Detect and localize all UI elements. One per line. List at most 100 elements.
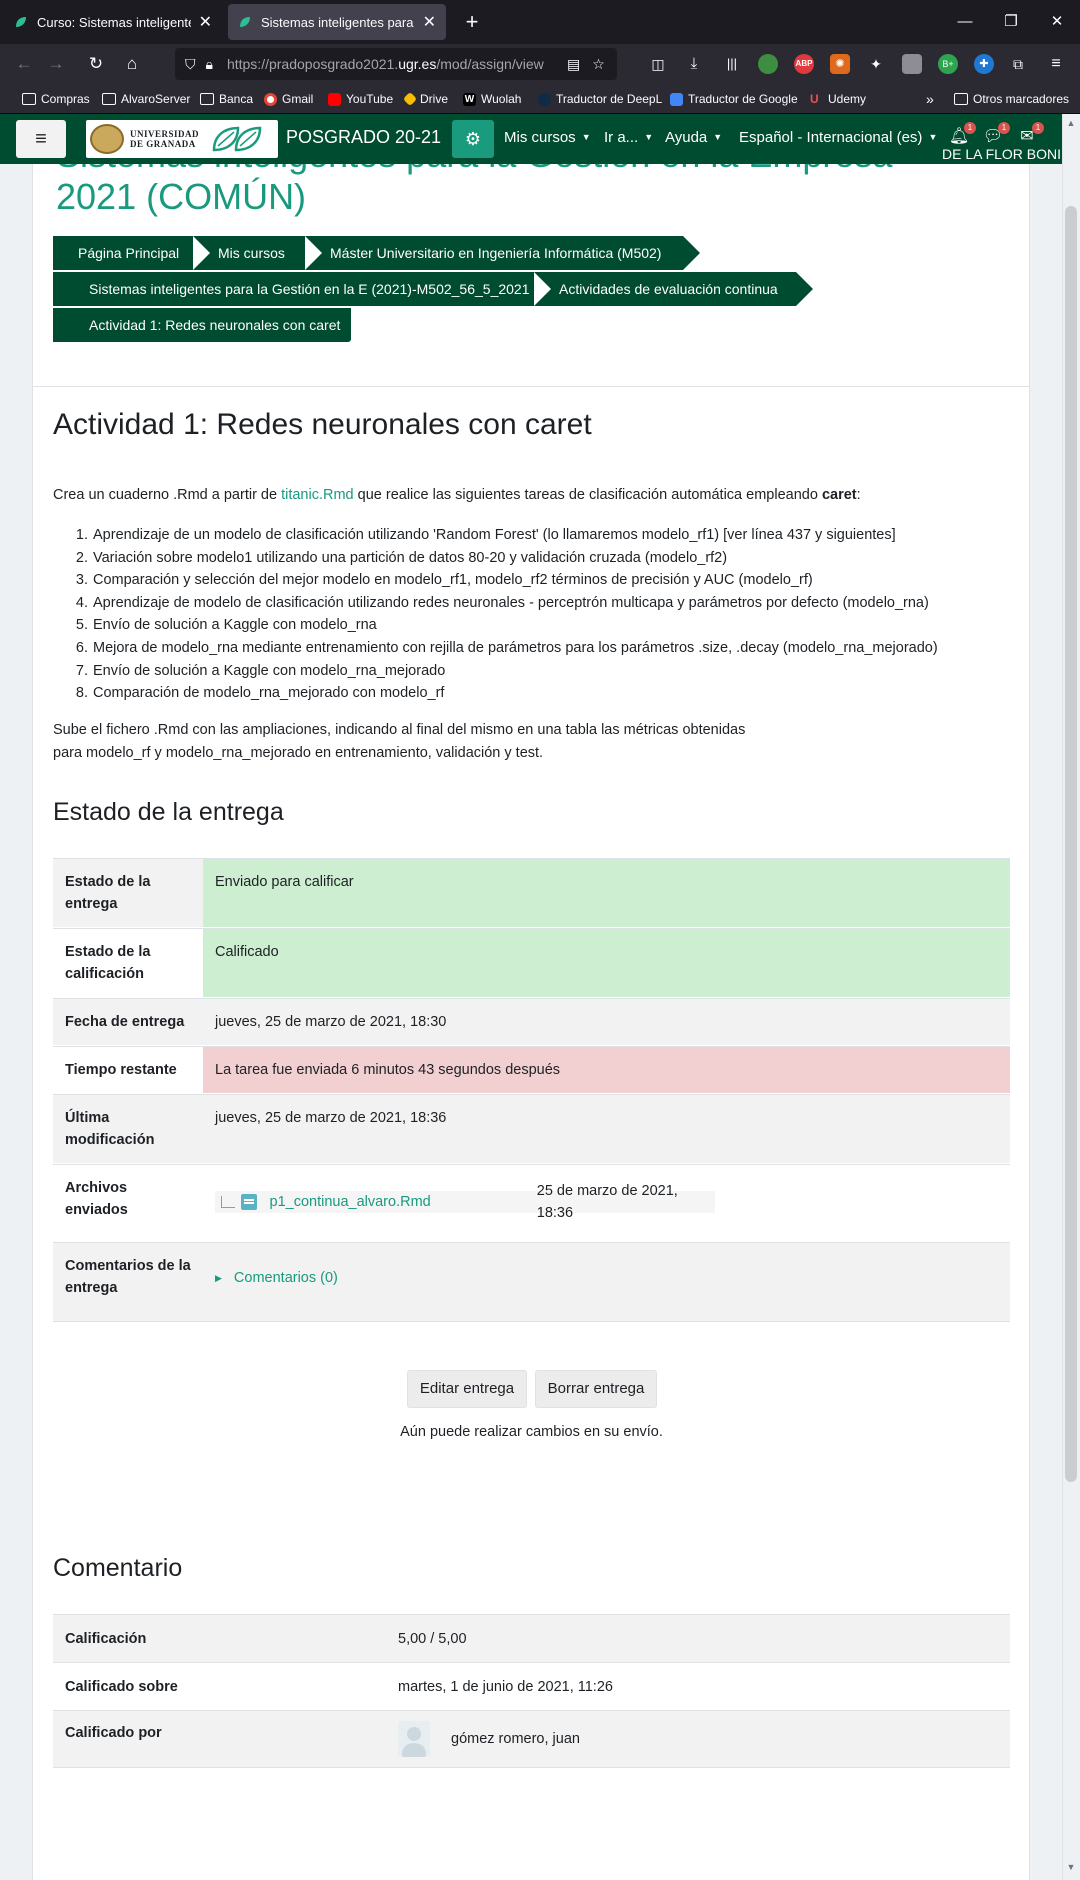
youtube-icon	[328, 92, 341, 106]
bookmark-wuolah[interactable]: W Wuolah	[463, 89, 521, 109]
breadcrumb-item-mis-cursos[interactable]: Mis cursos	[193, 236, 324, 270]
grader-name[interactable]: gómez romero, juan	[451, 1731, 580, 1747]
notifications-bell-icon[interactable]: 🔔︎ 1	[948, 122, 976, 148]
submission-comments-cell: ▶ Comentarios (0)	[203, 1243, 1010, 1321]
edit-submission-button[interactable]: Editar entrega	[407, 1370, 527, 1408]
list-item: 5. Envío de solución a Kaggle con modelo_…	[75, 617, 377, 634]
bookmark-other-folder[interactable]: Otros marcadores	[954, 89, 1069, 109]
table-row: Comentarios de la entrega ▶ Comentarios (…	[53, 1242, 1010, 1322]
browser-tab-strip: Curso: Sistemas inteligentes para ✕ Sist…	[0, 0, 1080, 44]
page-title: Actividad 1: Redes neuronales con caret	[53, 408, 592, 441]
can-change-note: Aún puede realizar cambios en su envío.	[400, 1424, 663, 1440]
home-icon[interactable]: ⌂	[118, 50, 146, 78]
bookmark-gmail[interactable]: Gmail	[264, 89, 313, 109]
downloads-icon[interactable]: ⤓	[684, 54, 704, 74]
mail-envelope-icon[interactable]: ✉ 1	[1016, 122, 1044, 148]
extension-grey-icon[interactable]	[902, 54, 922, 74]
bookmark-deepl[interactable]: Traductor de DeepL	[538, 89, 662, 109]
comments-toggle[interactable]: ▶ Comentarios (0)	[215, 1267, 998, 1289]
extension-orange-icon[interactable]: ✺	[830, 54, 850, 74]
pocket-icon[interactable]: ◫	[648, 54, 668, 74]
app-menu-icon[interactable]: ≡	[1046, 54, 1066, 74]
row-label: Estado de la calificación	[53, 929, 203, 997]
address-bar[interactable]: ⛉ 🔒︎ https://pradoposgrado2021.ugr.es/mo…	[175, 48, 617, 80]
udemy-icon: U	[810, 91, 819, 106]
breadcrumb-item-section[interactable]: Actividades de evaluación continua	[534, 272, 813, 306]
minimize-window-icon[interactable]: —	[942, 0, 988, 44]
folder-icon	[200, 93, 214, 105]
extension-dark-icon[interactable]: ✦	[866, 54, 886, 74]
list-item: 1. Aprendizaje de un modelo de clasificac…	[75, 527, 896, 543]
caret-down-icon: ▼	[581, 132, 591, 142]
scroll-down-arrow-icon[interactable]: ▼	[1064, 1862, 1078, 1876]
time-remaining-value: La tarea fue enviada 6 minutos 43 segund…	[203, 1047, 1010, 1093]
menu-language[interactable]: Español - Internacional (es) ▼	[739, 129, 937, 146]
reload-icon[interactable]: ↻	[82, 50, 110, 78]
extension-blue-icon[interactable]: ✚	[974, 54, 994, 74]
document-file-icon	[240, 1194, 257, 1210]
menu-ayuda[interactable]: Ayuda ▼	[665, 129, 722, 146]
breadcrumb-item-course[interactable]: Sistemas inteligentes para la Gestión en…	[53, 272, 553, 306]
university-logo[interactable]: UNIVERSIDAD DE GRANADA	[86, 120, 278, 158]
tracking-shield-icon[interactable]: ⛉	[185, 56, 196, 73]
extension-avatar-icon[interactable]	[758, 54, 778, 74]
list-item: 6. Mejora de modelo_rna mediante entrenam…	[75, 639, 938, 656]
site-name[interactable]: POSGRADO 20-21	[286, 127, 441, 148]
row-label: Comentarios de la entrega	[53, 1243, 203, 1321]
avatar[interactable]	[398, 1721, 430, 1757]
close-tab-icon[interactable]: ✕	[423, 12, 436, 32]
bookmark-google-translate[interactable]: Traductor de Google	[670, 89, 798, 109]
bookmark-drive[interactable]: Drive	[402, 89, 448, 109]
browser-toolbar: ← → ↻ ⌂ ⛉ 🔒︎ https://pradoposgrado2021.u…	[0, 44, 1080, 84]
list-item: 4. Aprendizaje de modelo de clasificación…	[75, 594, 929, 611]
back-arrow-icon[interactable]: ←	[10, 50, 38, 78]
user-menu[interactable]: DE LA FLOR BONIL	[942, 146, 1062, 162]
library-icon[interactable]: |||	[722, 54, 742, 74]
submitted-file-link[interactable]: p1_continua_alvaro.Rmd	[270, 1191, 537, 1213]
settings-gears-icon[interactable]: ⚙	[452, 120, 494, 158]
new-tab-button[interactable]: +	[458, 8, 486, 36]
feedback-heading: Comentario	[53, 1554, 183, 1582]
url-text[interactable]: https://pradoposgrado2021.ugr.es/mod/ass…	[227, 56, 557, 72]
menu-mis-cursos[interactable]: Mis cursos ▼	[504, 129, 591, 146]
moodle-leaf-icon	[240, 17, 250, 27]
list-item: 8. Comparación de modelo_rna_mejorado con…	[75, 685, 445, 702]
extensions-puzzle-icon[interactable]: ⧉	[1008, 54, 1028, 74]
bookmark-compras[interactable]: Compras	[22, 89, 90, 109]
submission-status-heading: Estado de la entrega	[53, 798, 284, 826]
browser-tab-title: Curso: Sistemas inteligentes para	[37, 14, 191, 30]
titanic-rmd-link[interactable]: titanic.Rmd	[281, 487, 354, 503]
close-tab-icon[interactable]: ✕	[199, 12, 212, 32]
extension-green-icon[interactable]: B+	[938, 54, 958, 74]
bookmark-alvaroserver[interactable]: AlvaroServer	[102, 89, 190, 109]
messages-chat-icon[interactable]: 💬︎ 1	[982, 122, 1010, 148]
delete-submission-button[interactable]: Borrar entrega	[535, 1370, 657, 1408]
breadcrumb-item-activity[interactable]: Actividad 1: Redes neuronales con caret	[53, 308, 351, 342]
grade-value: 5,00 / 5,00	[398, 1630, 467, 1647]
breadcrumb-item-master[interactable]: Máster Universitario en Ingeniería Infor…	[305, 236, 700, 270]
bookmark-star-icon[interactable]: ☆	[592, 56, 605, 73]
browser-tab-assignment[interactable]: Sistemas inteligentes para la Ge ✕	[228, 4, 446, 40]
menu-ir-a[interactable]: Ir a... ▼	[604, 129, 653, 146]
forward-arrow-icon[interactable]: →	[42, 50, 70, 78]
more-bookmarks-chevron-icon[interactable]: »	[926, 89, 934, 109]
lock-icon[interactable]: 🔒︎	[206, 56, 213, 73]
drawer-menu-button[interactable]: ≡	[16, 120, 66, 158]
bookmarks-bar: Compras AlvaroServer Banca Gmail YouTube…	[0, 84, 1080, 114]
bookmark-udemy[interactable]: U Udemy	[810, 89, 866, 109]
bookmark-banca[interactable]: Banca	[200, 89, 253, 109]
graded-on-value: martes, 1 de junio de 2021, 11:26	[398, 1678, 613, 1695]
caret-down-icon: ▼	[713, 132, 723, 142]
adblock-icon[interactable]: ABP	[794, 54, 814, 74]
grading-status-value: Calificado	[203, 929, 1010, 997]
reader-view-icon[interactable]: ▤	[567, 56, 580, 73]
scroll-up-arrow-icon[interactable]: ▲	[1064, 118, 1078, 132]
scrollbar-thumb[interactable]	[1065, 206, 1077, 1482]
browser-tab-course[interactable]: Curso: Sistemas inteligentes para ✕	[4, 4, 222, 40]
task-list: 1. Aprendizaje de un modelo de clasificac…	[53, 524, 1013, 705]
due-date-value: jueves, 25 de marzo de 2021, 18:30	[203, 999, 1010, 1045]
bookmark-youtube[interactable]: YouTube	[328, 89, 393, 109]
close-window-icon[interactable]: ✕	[1034, 0, 1080, 44]
restore-window-icon[interactable]: ❐	[988, 0, 1034, 44]
breadcrumb-item-home[interactable]: Página Principal	[53, 236, 212, 270]
